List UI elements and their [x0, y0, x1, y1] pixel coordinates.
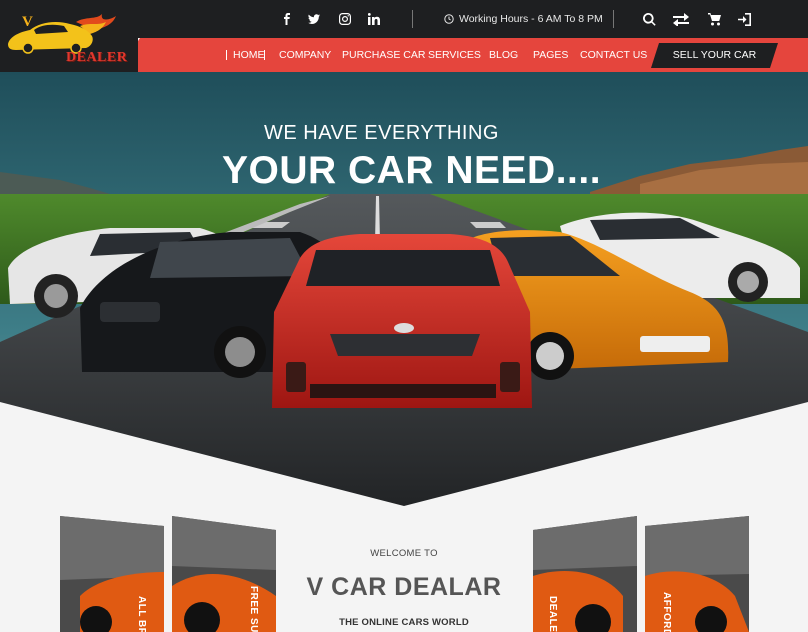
facebook-icon[interactable] — [279, 11, 295, 27]
cart-icon[interactable] — [705, 10, 723, 28]
nav-purchase-car[interactable]: PURCHASE CAR — [342, 38, 425, 72]
nav-divider — [226, 50, 227, 60]
welcome-kicker: WELCOME TO — [370, 548, 438, 559]
hero-subheading: WE HAVE EVERYTHING — [264, 122, 499, 144]
nav-company[interactable]: COMPANY — [279, 38, 331, 72]
red-sedan — [272, 234, 532, 408]
page: V DEALER Working Hours - 6 AM To 8 PM HO… — [0, 0, 808, 632]
logo[interactable]: V DEALER — [0, 0, 138, 72]
instagram-icon[interactable] — [337, 11, 353, 27]
clock-icon — [444, 14, 454, 24]
nav-divider — [264, 50, 265, 60]
welcome-title: V CAR DEALAR — [306, 573, 502, 601]
nav-services[interactable]: SERVICES — [428, 38, 481, 72]
compare-icon[interactable] — [672, 10, 690, 28]
divider — [412, 10, 413, 28]
divider — [613, 10, 614, 28]
twitter-icon[interactable] — [306, 11, 322, 27]
search-icon[interactable] — [640, 10, 658, 28]
welcome-subtitle: THE ONLINE CARS WORLD — [339, 617, 469, 628]
nav-blog[interactable]: BLOG — [489, 38, 518, 72]
nav-home[interactable]: HOME — [233, 38, 265, 72]
logo-brand-text: DEALER — [66, 50, 128, 65]
login-icon[interactable] — [735, 10, 753, 28]
logo-letter: V — [22, 14, 33, 30]
working-hours: Working Hours - 6 AM To 8 PM — [444, 11, 603, 27]
hero-banner: WE HAVE EVERYTHING YOUR CAR NEED.... — [0, 72, 808, 506]
working-hours-text: Working Hours - 6 AM To 8 PM — [459, 13, 603, 25]
nav-pages[interactable]: PAGES — [533, 38, 568, 72]
linkedin-icon[interactable] — [366, 11, 382, 27]
sell-your-car-button[interactable]: SELL YOUR CAR — [651, 43, 778, 68]
hero-heading: YOUR CAR NEED.... — [222, 149, 602, 192]
nav-contact-us[interactable]: CONTACT US — [580, 38, 647, 72]
